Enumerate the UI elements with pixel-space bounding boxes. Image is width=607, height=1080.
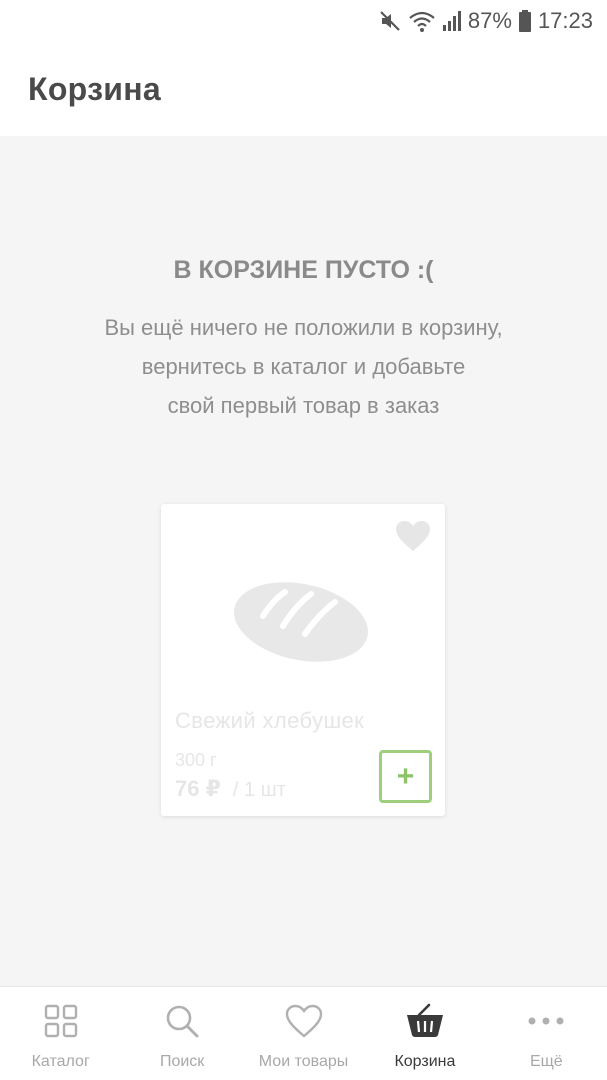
basket-icon: [405, 1001, 445, 1041]
empty-cart-line: Вы ещё ничего не положили в корзину,: [104, 315, 503, 340]
more-icon: [526, 1001, 566, 1041]
battery-percent: 87%: [467, 8, 512, 33]
product-weight: 300 г: [175, 750, 217, 770]
add-to-cart-button[interactable]: +: [379, 750, 432, 803]
product-unit: / 1 шт: [232, 779, 286, 801]
cart-content: В КОРЗИНЕ ПУСТО :( Вы ещё ничего не поло…: [0, 136, 607, 986]
product-price-row: 76 ₽ / 1 шт: [175, 776, 286, 802]
empty-cart-message: Вы ещё ничего не положили в корзину, вер…: [60, 308, 547, 425]
page-title: Корзина: [28, 70, 162, 107]
product-card-placeholder: Свежий хлебушек 300 г 76 ₽ / 1 шт +: [161, 504, 445, 816]
heart-icon: [285, 1001, 323, 1041]
mute-icon: [378, 9, 402, 33]
nav-label: Ещё: [529, 1053, 563, 1070]
nav-item-search[interactable]: Поиск: [121, 987, 242, 1080]
heart-icon: [395, 520, 431, 557]
clock: 17:23: [537, 8, 593, 33]
product-name: Свежий хлебушек: [175, 708, 365, 733]
product-price: 76 ₽: [175, 776, 221, 801]
empty-cart-title: В КОРЗИНЕ ПУСТО :(: [173, 256, 434, 284]
status-bar: 87% 17:23: [0, 0, 607, 42]
nav-item-catalog[interactable]: Каталог: [0, 987, 121, 1080]
nav-label: Корзина: [394, 1053, 456, 1070]
nav-label: Мои товары: [258, 1053, 349, 1070]
signal-icon: [442, 9, 462, 33]
battery-icon: [518, 9, 532, 33]
grid-icon: [44, 1001, 78, 1041]
app-header: Корзина: [0, 42, 607, 136]
empty-cart-line: вернитесь в каталог и добавьте: [141, 354, 466, 379]
nav-label: Каталог: [31, 1053, 90, 1070]
nav-item-cart[interactable]: Корзина: [364, 987, 485, 1080]
wifi-icon: [408, 9, 436, 33]
nav-item-more[interactable]: Ещё: [486, 987, 607, 1080]
nav-item-my-products[interactable]: Мои товары: [243, 987, 364, 1080]
bottom-navigation: Каталог Поиск Мои товары Корзина Ещё: [0, 986, 607, 1080]
empty-cart-line: свой первый товар в заказ: [167, 393, 440, 418]
bread-icon: [233, 578, 373, 673]
search-icon: [165, 1001, 199, 1041]
nav-label: Поиск: [159, 1053, 205, 1070]
